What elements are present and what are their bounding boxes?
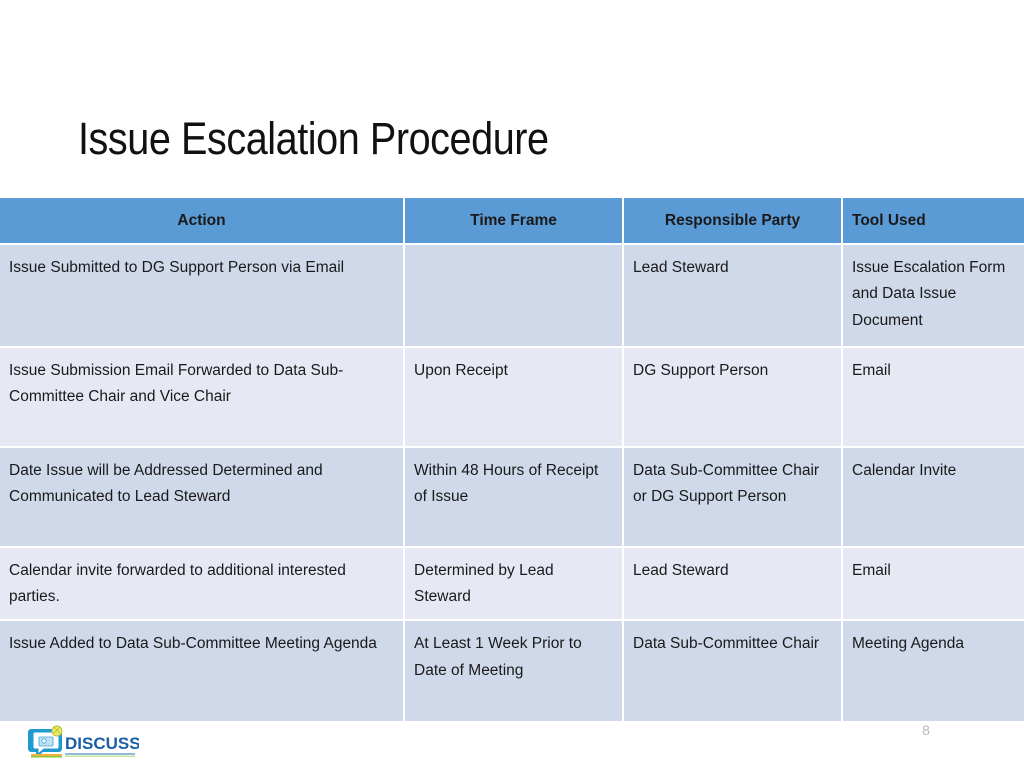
column-header-action: Action [0,198,405,245]
logo-wordmark: DISCUSS [65,734,139,753]
cell-responsible-party: Lead Steward [624,547,843,621]
cell-time-frame: Within 48 Hours of Receipt of Issue [405,447,624,548]
cell-responsible-party: DG Support Person [624,347,843,448]
table-header: Action Time Frame Responsible Party Tool… [0,198,1024,245]
cell-time-frame: Upon Receipt [405,347,624,448]
discuss-logo: DISCUSS [27,723,139,763]
table-body: Issue Submitted to DG Support Person via… [0,244,1024,723]
slide-canvas: Issue Escalation Procedure Action Time F… [0,0,1024,768]
cell-responsible-party: Data Sub-Committee Chair [624,620,843,723]
table-row: Calendar invite forwarded to additional … [0,547,1024,621]
page-number: 8 [922,722,930,738]
cell-responsible-party: Lead Steward [624,244,843,348]
cell-tool-used: Email [843,547,1024,621]
cell-action: Calendar invite forwarded to additional … [0,547,405,621]
cell-tool-used: Email [843,347,1024,448]
column-header-responsible-party: Responsible Party [624,198,843,245]
cell-time-frame: Determined by Lead Steward [405,547,624,621]
table-row: Date Issue will be Addressed Determined … [0,447,1024,548]
cell-action: Date Issue will be Addressed Determined … [0,447,405,548]
cell-time-frame: At Least 1 Week Prior to Date of Meeting [405,620,624,723]
table-header-row: Action Time Frame Responsible Party Tool… [0,198,1024,245]
cell-tool-used: Calendar Invite [843,447,1024,548]
table-row: Issue Submission Email Forwarded to Data… [0,347,1024,448]
cell-tool-used: Meeting Agenda [843,620,1024,723]
cell-responsible-party: Data Sub-Committee Chair or DG Support P… [624,447,843,548]
column-header-tool-used: Tool Used [843,198,1024,245]
cell-time-frame [405,244,624,348]
cell-action: Issue Added to Data Sub-Committee Meetin… [0,620,405,723]
page-title: Issue Escalation Procedure [78,113,549,165]
issue-escalation-table: Action Time Frame Responsible Party Tool… [0,198,1024,723]
cell-action: Issue Submitted to DG Support Person via… [0,244,405,348]
cell-action: Issue Submission Email Forwarded to Data… [0,347,405,448]
column-header-time-frame: Time Frame [405,198,624,245]
table-row: Issue Added to Data Sub-Committee Meetin… [0,620,1024,723]
table-row: Issue Submitted to DG Support Person via… [0,244,1024,348]
cell-tool-used: Issue Escalation Form and Data Issue Doc… [843,244,1024,348]
speech-bubble-icon [28,725,63,758]
